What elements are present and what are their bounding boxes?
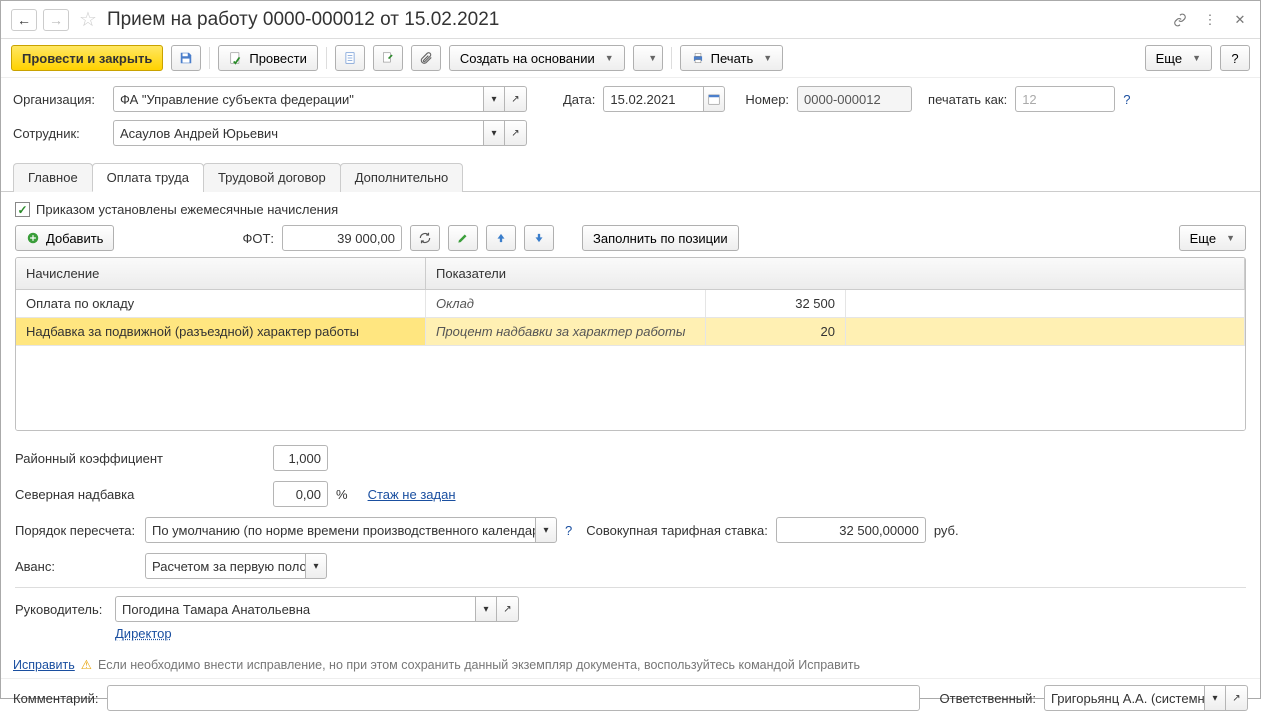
- region-coef-input[interactable]: 1,000: [273, 445, 328, 471]
- folder-go-button[interactable]: ▼: [633, 45, 663, 71]
- advance-dropdown-button[interactable]: ▾: [305, 553, 327, 579]
- rate-label: Совокупная тарифная ставка:: [586, 523, 768, 538]
- tab-contract[interactable]: Трудовой договор: [203, 163, 341, 192]
- number-label: Номер:: [745, 92, 789, 107]
- warning-icon: ⚠: [81, 657, 92, 672]
- org-label: Организация:: [13, 92, 105, 107]
- table-row[interactable]: Оплата по окладу Оклад 32 500: [16, 290, 1245, 318]
- responsible-label: Ответственный:: [940, 691, 1036, 706]
- more-button[interactable]: Еще▼: [1145, 45, 1212, 71]
- close-button[interactable]: ✕: [1230, 10, 1250, 30]
- manager-label: Руководитель:: [15, 602, 107, 617]
- nav-back-button[interactable]: ←: [11, 9, 37, 31]
- print-as-input[interactable]: 12: [1015, 86, 1115, 112]
- number-input: 0000-000012: [797, 86, 912, 112]
- responsible-dropdown-button[interactable]: ▾: [1204, 685, 1226, 711]
- nav-forward-button[interactable]: →: [43, 9, 69, 31]
- document-icon-button[interactable]: [335, 45, 365, 71]
- grid-col-params[interactable]: Показатели: [426, 258, 1245, 289]
- attach-button[interactable]: [411, 45, 441, 71]
- create-based-on-button[interactable]: Создать на основании▼: [449, 45, 625, 71]
- rate-input[interactable]: 32 500,00000: [776, 517, 926, 543]
- org-input[interactable]: ФА "Управление субъекта федерации": [113, 86, 483, 112]
- refresh-button[interactable]: [410, 225, 440, 251]
- date-picker-button[interactable]: [703, 86, 725, 112]
- window-title: Прием на работу 0000-000012 от 15.02.202…: [107, 9, 1164, 31]
- tab-main[interactable]: Главное: [13, 163, 93, 192]
- fix-link[interactable]: Исправить: [13, 658, 75, 672]
- add-row-button[interactable]: Добавить: [15, 225, 114, 251]
- grid-col-accrual[interactable]: Начисление: [16, 258, 426, 289]
- link-icon[interactable]: [1170, 10, 1190, 30]
- north-input[interactable]: 0,00: [273, 481, 328, 507]
- post-button[interactable]: Провести: [218, 45, 318, 71]
- fot-input[interactable]: 39 000,00: [282, 225, 402, 251]
- edit-row-button[interactable]: [448, 225, 478, 251]
- rate-unit: руб.: [934, 523, 959, 538]
- manager-role-link[interactable]: Директор: [115, 626, 172, 641]
- manager-dropdown-button[interactable]: ▾: [475, 596, 497, 622]
- recalc-dropdown-button[interactable]: ▾: [535, 517, 557, 543]
- save-button[interactable]: [171, 45, 201, 71]
- print-button[interactable]: Печать▼: [680, 45, 784, 71]
- print-as-help[interactable]: ?: [1123, 92, 1130, 107]
- kebab-menu-icon[interactable]: ⋮: [1200, 10, 1220, 30]
- region-coef-label: Районный коэффициент: [15, 451, 265, 466]
- advance-label: Аванс:: [15, 559, 137, 574]
- employee-input[interactable]: Асаулов Андрей Юрьевич: [113, 120, 483, 146]
- employee-label: Сотрудник:: [13, 126, 105, 141]
- responsible-open-button[interactable]: ↗: [1226, 685, 1248, 711]
- comment-input[interactable]: [107, 685, 920, 711]
- date-label: Дата:: [563, 92, 595, 107]
- recalc-select[interactable]: По умолчанию (по норме времени производс…: [145, 517, 535, 543]
- grid-more-button[interactable]: Еще▼: [1179, 225, 1246, 251]
- tab-pay[interactable]: Оплата труда: [92, 163, 204, 192]
- north-label: Северная надбавка: [15, 487, 265, 502]
- monthly-accruals-checkbox[interactable]: ✓: [15, 202, 30, 217]
- north-unit: %: [336, 487, 348, 502]
- monthly-accruals-label: Приказом установлены ежемесячные начисле…: [36, 202, 338, 217]
- employee-dropdown-button[interactable]: ▾: [483, 120, 505, 146]
- manager-open-button[interactable]: ↗: [497, 596, 519, 622]
- fix-warning-text: Если необходимо внести исправление, но п…: [98, 658, 860, 672]
- move-down-button[interactable]: [524, 225, 554, 251]
- print-as-label: печатать как:: [928, 92, 1007, 107]
- recalc-label: Порядок пересчета:: [15, 523, 137, 538]
- org-dropdown-button[interactable]: ▾: [483, 86, 505, 112]
- comment-label: Комментарий:: [13, 691, 99, 706]
- edit-doc-button[interactable]: [373, 45, 403, 71]
- org-open-button[interactable]: ↗: [505, 86, 527, 112]
- accruals-grid: Начисление Показатели Оплата по окладу О…: [15, 257, 1246, 431]
- responsible-input[interactable]: Григорьянц А.А. (системн: [1044, 685, 1204, 711]
- table-row[interactable]: Надбавка за подвижной (разъездной) харак…: [16, 318, 1245, 346]
- post-and-close-button[interactable]: Провести и закрыть: [11, 45, 163, 71]
- help-button[interactable]: ?: [1220, 45, 1250, 71]
- advance-select[interactable]: Расчетом за первую поло: [145, 553, 305, 579]
- stage-link[interactable]: Стаж не задан: [368, 487, 456, 502]
- fill-by-position-button[interactable]: Заполнить по позиции: [582, 225, 739, 251]
- move-up-button[interactable]: [486, 225, 516, 251]
- tab-extra[interactable]: Дополнительно: [340, 163, 464, 192]
- favorite-star-icon[interactable]: ☆: [79, 7, 97, 32]
- recalc-help[interactable]: ?: [565, 523, 572, 538]
- manager-input[interactable]: Погодина Тамара Анатольевна: [115, 596, 475, 622]
- date-input[interactable]: 15.02.2021: [603, 86, 703, 112]
- employee-open-button[interactable]: ↗: [505, 120, 527, 146]
- fot-label: ФОТ:: [242, 231, 274, 246]
